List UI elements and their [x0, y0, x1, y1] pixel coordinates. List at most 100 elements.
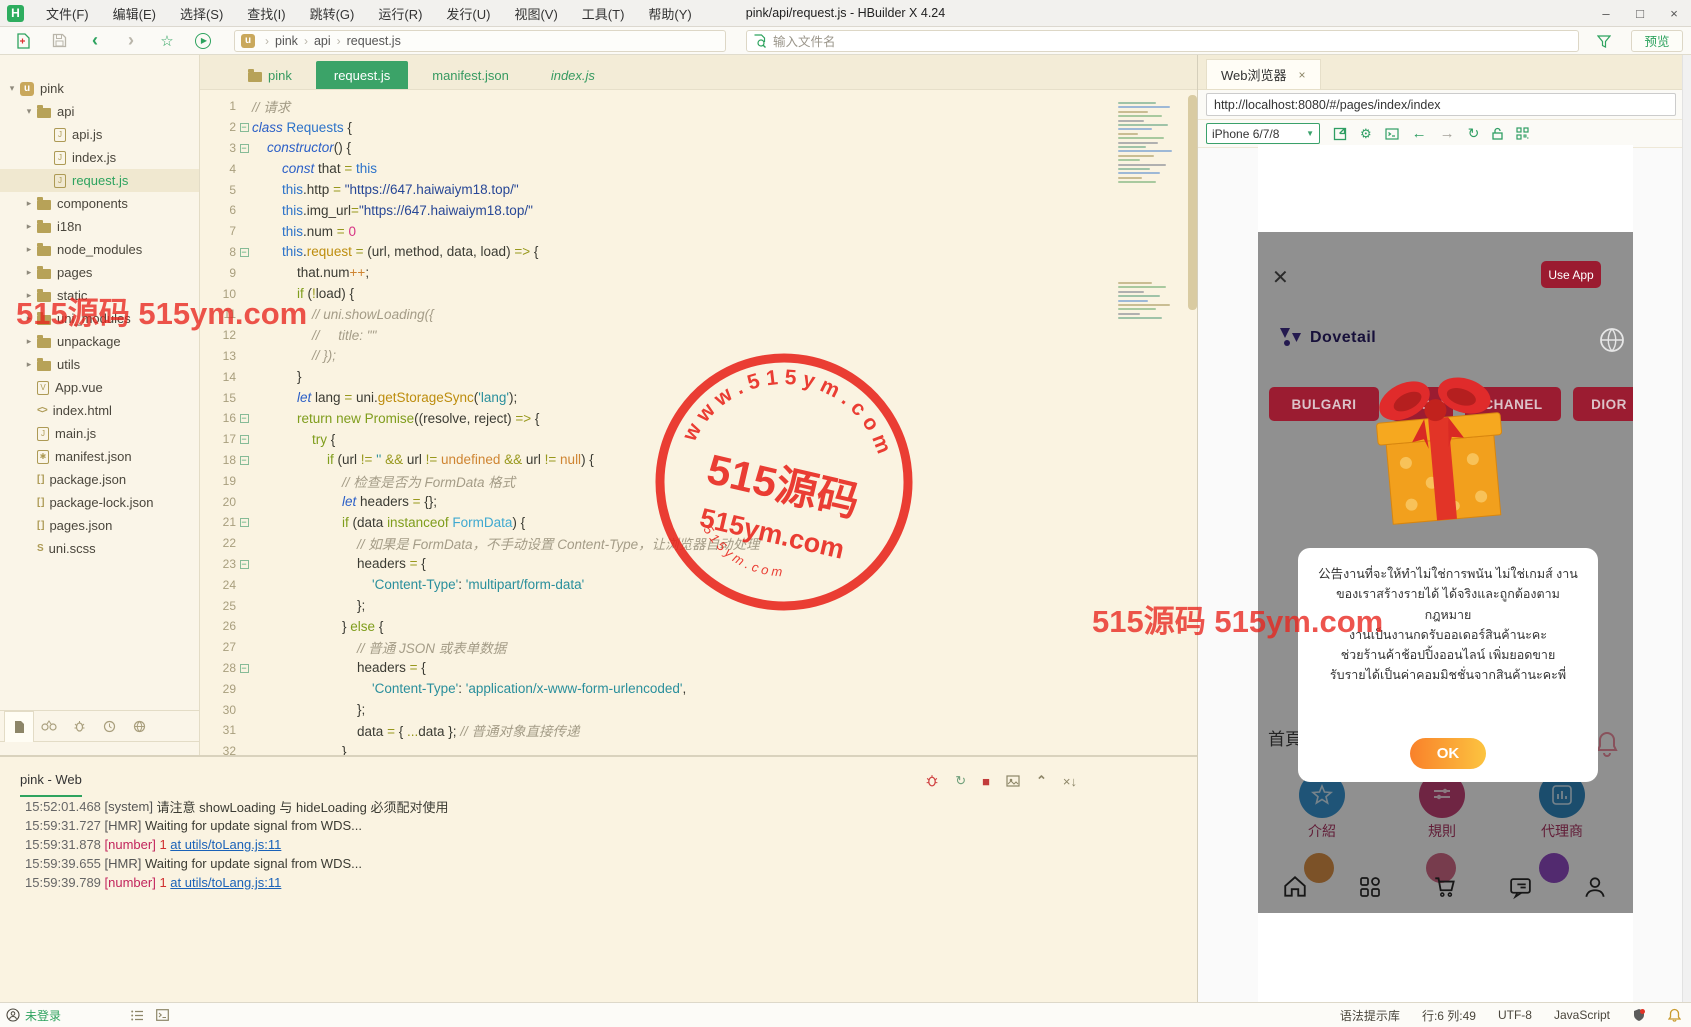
tree-item-index-js[interactable]: J index.js — [0, 146, 199, 169]
close-button[interactable]: × — [1657, 0, 1691, 27]
browser-scrollbar[interactable] — [1682, 55, 1691, 1002]
tree-item-uni-scss[interactable]: S uni.scss — [0, 537, 199, 560]
tree-chevron-icon[interactable]: ▾ — [23, 106, 35, 117]
device-select[interactable]: iPhone 6/7/8 ▼ — [1206, 123, 1320, 144]
brand-button-dior[interactable]: DIOR — [1573, 387, 1633, 421]
navigate-forward-icon[interactable]: › — [118, 30, 144, 52]
tree-chevron-icon[interactable]: ▸ — [23, 244, 35, 255]
new-file-icon[interactable] — [10, 30, 36, 52]
preview-button[interactable]: 预览 — [1631, 29, 1683, 52]
tree-item-node-modules[interactable]: ▸ node_modules — [0, 238, 199, 261]
tree-chevron-icon[interactable]: ▸ — [23, 290, 35, 301]
fold-marker-icon[interactable]: − — [236, 559, 252, 569]
tree-item-i18n[interactable]: ▸ i18n — [0, 215, 199, 238]
collapse-panel-icon[interactable]: ⌃ — [1036, 773, 1047, 789]
log-source-link[interactable]: at utils/toLang.js:11 — [170, 875, 281, 890]
console-tab[interactable]: pink - Web — [20, 772, 82, 797]
fold-marker-icon[interactable]: − — [236, 663, 252, 673]
tree-item-main-js[interactable]: J main.js — [0, 422, 199, 445]
browser-tab[interactable]: Web浏览器 × — [1206, 59, 1321, 89]
tree-chevron-icon[interactable]: ▸ — [23, 198, 35, 209]
log-source-link[interactable]: at utils/toLang.js:11 — [170, 837, 281, 852]
maximize-button[interactable]: □ — [1623, 0, 1657, 27]
binoculars-search-icon[interactable] — [34, 720, 64, 732]
close-tab-icon[interactable]: × — [1299, 68, 1306, 82]
tree-item-pages[interactable]: ▸ pages — [0, 261, 199, 284]
globe-tab-icon[interactable] — [124, 720, 154, 733]
tree-chevron-icon[interactable]: ▸ — [23, 267, 35, 278]
save-icon[interactable] — [46, 30, 72, 52]
language-mode-label[interactable]: JavaScript — [1554, 1008, 1610, 1022]
history-icon[interactable] — [94, 720, 124, 733]
code-area[interactable]: 1 // 请求 2 − class Requests { 3 − constru… — [200, 96, 1115, 755]
tree-chevron-icon[interactable]: ▸ — [23, 221, 35, 232]
tree-item-index-html[interactable]: <> index.html — [0, 399, 199, 422]
tree-item-api[interactable]: ▾ api — [0, 100, 199, 123]
tree-item-uni-modules[interactable]: ▸ uni_modules — [0, 307, 199, 330]
menu-item[interactable]: 选择(S) — [168, 0, 235, 27]
refresh-icon[interactable]: ↻ — [1468, 125, 1480, 142]
menu-item[interactable]: 文件(F) — [34, 0, 101, 27]
explorer-tab-icon[interactable] — [4, 710, 34, 742]
tree-item-components[interactable]: ▸ components — [0, 192, 199, 215]
fold-marker-icon[interactable]: − — [236, 143, 252, 153]
breadcrumb-item-folder[interactable]: api — [314, 34, 331, 48]
tree-item-unpackage[interactable]: ▸ unpackage — [0, 330, 199, 353]
restart-icon[interactable]: ↻ — [955, 773, 966, 789]
browser-forward-icon[interactable]: → — [1440, 125, 1455, 142]
browser-back-icon[interactable]: ← — [1412, 125, 1427, 142]
fold-marker-icon[interactable]: − — [236, 122, 252, 133]
syntax-lib-label[interactable]: 语法提示库 — [1340, 1007, 1400, 1024]
screenshot-icon[interactable] — [1006, 775, 1020, 787]
outline-list-icon[interactable] — [131, 1010, 144, 1021]
minimize-button[interactable]: – — [1589, 0, 1623, 27]
menu-item[interactable]: 查找(I) — [235, 0, 297, 27]
terminal-icon[interactable] — [156, 1009, 169, 1021]
bookmark-star-icon[interactable]: ☆ — [154, 30, 180, 52]
url-input[interactable]: http://localhost:8080/#/pages/index/inde… — [1206, 93, 1676, 116]
file-search-input[interactable]: 输入文件名 — [746, 29, 1579, 52]
ok-button[interactable]: OK — [1410, 738, 1486, 769]
tree-item-static[interactable]: ▸ static — [0, 284, 199, 307]
tree-chevron-icon[interactable]: ▸ — [23, 313, 35, 324]
tree-item-manifest-json[interactable]: ✱ manifest.json — [0, 445, 199, 468]
tree-chevron-icon[interactable]: ▾ — [6, 83, 18, 94]
tree-chevron-icon[interactable]: ▸ — [23, 336, 35, 347]
encoding-label[interactable]: UTF-8 — [1498, 1008, 1532, 1022]
tree-item-package-json[interactable]: [ ] package.json — [0, 468, 199, 491]
debug-icon[interactable] — [64, 720, 94, 733]
tree-item-app-vue[interactable]: V App.vue — [0, 376, 199, 399]
use-app-button[interactable]: Use App — [1541, 261, 1601, 288]
tree-item-package-lock-json[interactable]: [ ] package-lock.json — [0, 491, 199, 514]
tree-item-pink[interactable]: ▾ u pink — [0, 77, 199, 100]
stop-icon[interactable]: ■ — [982, 774, 990, 789]
bell-icon[interactable] — [1668, 1008, 1681, 1022]
tree-item-request-js[interactable]: J request.js — [0, 169, 199, 192]
editor-scrollbar-thumb[interactable] — [1188, 95, 1197, 310]
clear-console-icon[interactable]: ×↓ — [1063, 774, 1077, 789]
minimap[interactable] — [1115, 96, 1185, 755]
tree-item-pages-json[interactable]: [ ] pages.json — [0, 514, 199, 537]
code-editor[interactable]: pink request.js manifest.json index.js 1 //… — [200, 55, 1197, 755]
login-status[interactable]: 未登录 — [6, 1007, 61, 1024]
menu-item[interactable]: 发行(U) — [434, 0, 502, 27]
filter-icon[interactable] — [1591, 30, 1617, 52]
breadcrumb-item-project[interactable]: pink — [275, 34, 298, 48]
gear-icon[interactable]: ⚙ — [1360, 126, 1372, 142]
navigate-back-icon[interactable]: ‹ — [82, 30, 108, 52]
menu-item[interactable]: 跳转(G) — [298, 0, 367, 27]
fold-marker-icon[interactable]: − — [236, 517, 252, 528]
tree-item-api-js[interactable]: J api.js — [0, 123, 199, 146]
cursor-position[interactable]: 行:6 列:49 — [1422, 1007, 1476, 1024]
run-icon[interactable]: ▶ — [190, 30, 216, 52]
open-external-icon[interactable] — [1333, 127, 1347, 141]
breadcrumb-item-file[interactable]: request.js — [347, 34, 401, 48]
menu-item[interactable]: 运行(R) — [366, 0, 434, 27]
fold-marker-icon[interactable]: − — [236, 413, 252, 424]
plugin-alert-icon[interactable] — [1632, 1008, 1646, 1022]
editor-tab-request-js[interactable]: request.js — [315, 61, 409, 89]
fold-marker-icon[interactable]: − — [236, 434, 252, 445]
menu-item[interactable]: 视图(V) — [502, 0, 569, 27]
editor-tab-index-js[interactable]: index.js — [533, 61, 613, 89]
language-globe-icon[interactable] — [1599, 327, 1625, 353]
